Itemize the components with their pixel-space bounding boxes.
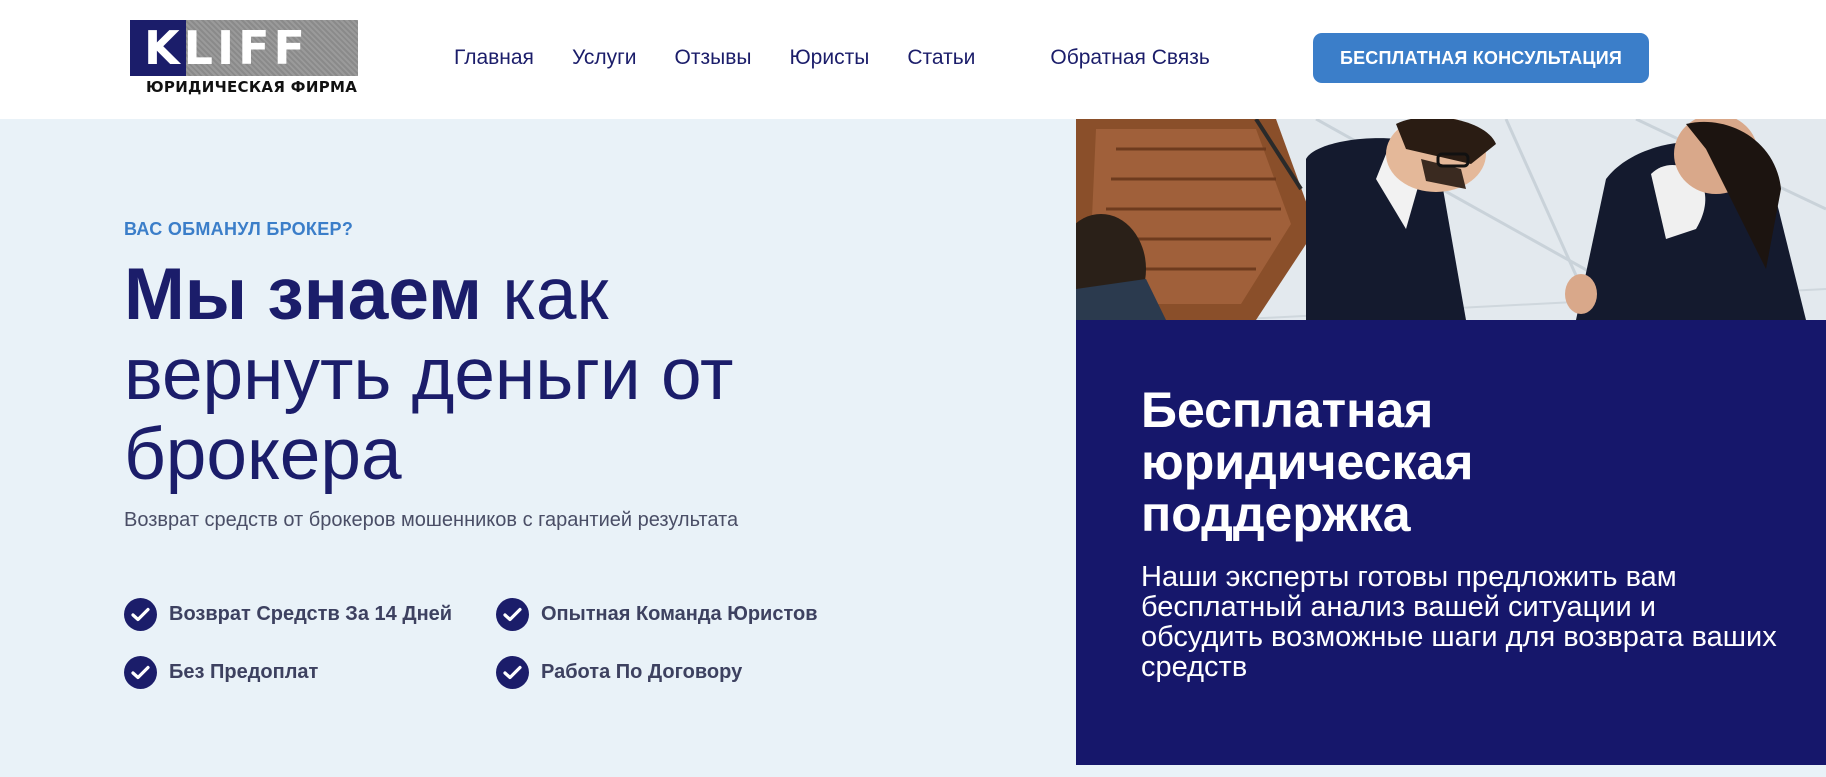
logo-mark: KLIFF xyxy=(130,20,358,76)
check-circle-icon xyxy=(124,655,157,689)
hero-eyebrow: ВАС ОБМАНУЛ БРОКЕР? xyxy=(124,219,354,239)
nav-link-articles[interactable]: Статьи xyxy=(907,44,975,72)
hero-headline: Мы знаем как вернуть деньги от брокера xyxy=(124,255,884,495)
panel-title: Бесплатная юридическая поддержка xyxy=(1141,382,1474,542)
logo-subtitle: ЮРИДИЧЕСКАЯ ФИРМА xyxy=(146,78,358,96)
feature-label: Возврат Средств За 14 Дней xyxy=(169,602,453,625)
nav-link-lawyers[interactable]: Юристы xyxy=(789,44,869,72)
nav-link-home[interactable]: Главная xyxy=(454,44,534,72)
feature-label: Работа По Договору xyxy=(541,660,743,683)
nav-link-feedback[interactable]: Обратная Связь xyxy=(1050,44,1209,72)
check-circle-icon xyxy=(496,597,529,631)
kliff-logo[interactable]: KLIFF ЮРИДИЧЕСКАЯ ФИРМА xyxy=(130,20,358,96)
feature-item: Без Предоплат xyxy=(124,655,318,689)
free-support-panel: Бесплатная юридическая поддержка Наши эк… xyxy=(1076,320,1826,765)
hero-subline: Возврат средств от брокеров мошенников с… xyxy=(124,509,739,531)
nav-link-reviews[interactable]: Отзывы xyxy=(675,44,752,72)
headline-bold: Мы знаем xyxy=(124,254,483,335)
check-circle-icon xyxy=(124,597,157,631)
check-circle-icon xyxy=(496,655,529,689)
feature-label: Опытная Команда Юристов xyxy=(541,602,818,625)
hero-section: ВАС ОБМАНУЛ БРОКЕР? Мы знаем как вернуть… xyxy=(0,119,1076,777)
bottom-strip xyxy=(1076,765,1826,777)
free-consultation-button[interactable]: БЕСПЛАТНАЯ КОНСУЛЬТАЦИЯ xyxy=(1313,33,1649,83)
site-header: KLIFF ЮРИДИЧЕСКАЯ ФИРМА Главная Услуги О… xyxy=(0,0,1826,119)
nav-link-services[interactable]: Услуги xyxy=(572,44,637,72)
main-nav: Главная Услуги Отзывы Юристы Статьи Обра… xyxy=(454,44,1210,72)
logo-wordmark: KLIFF xyxy=(144,21,309,75)
business-meeting-photo xyxy=(1076,119,1826,320)
feature-item: Работа По Договору xyxy=(496,655,742,689)
feature-item: Опытная Команда Юристов xyxy=(496,597,818,631)
panel-text: Наши эксперты готовы предложить вам бесп… xyxy=(1141,561,1777,683)
feature-label: Без Предоплат xyxy=(169,660,319,683)
feature-item: Возврат Средств За 14 Дней xyxy=(124,597,452,631)
